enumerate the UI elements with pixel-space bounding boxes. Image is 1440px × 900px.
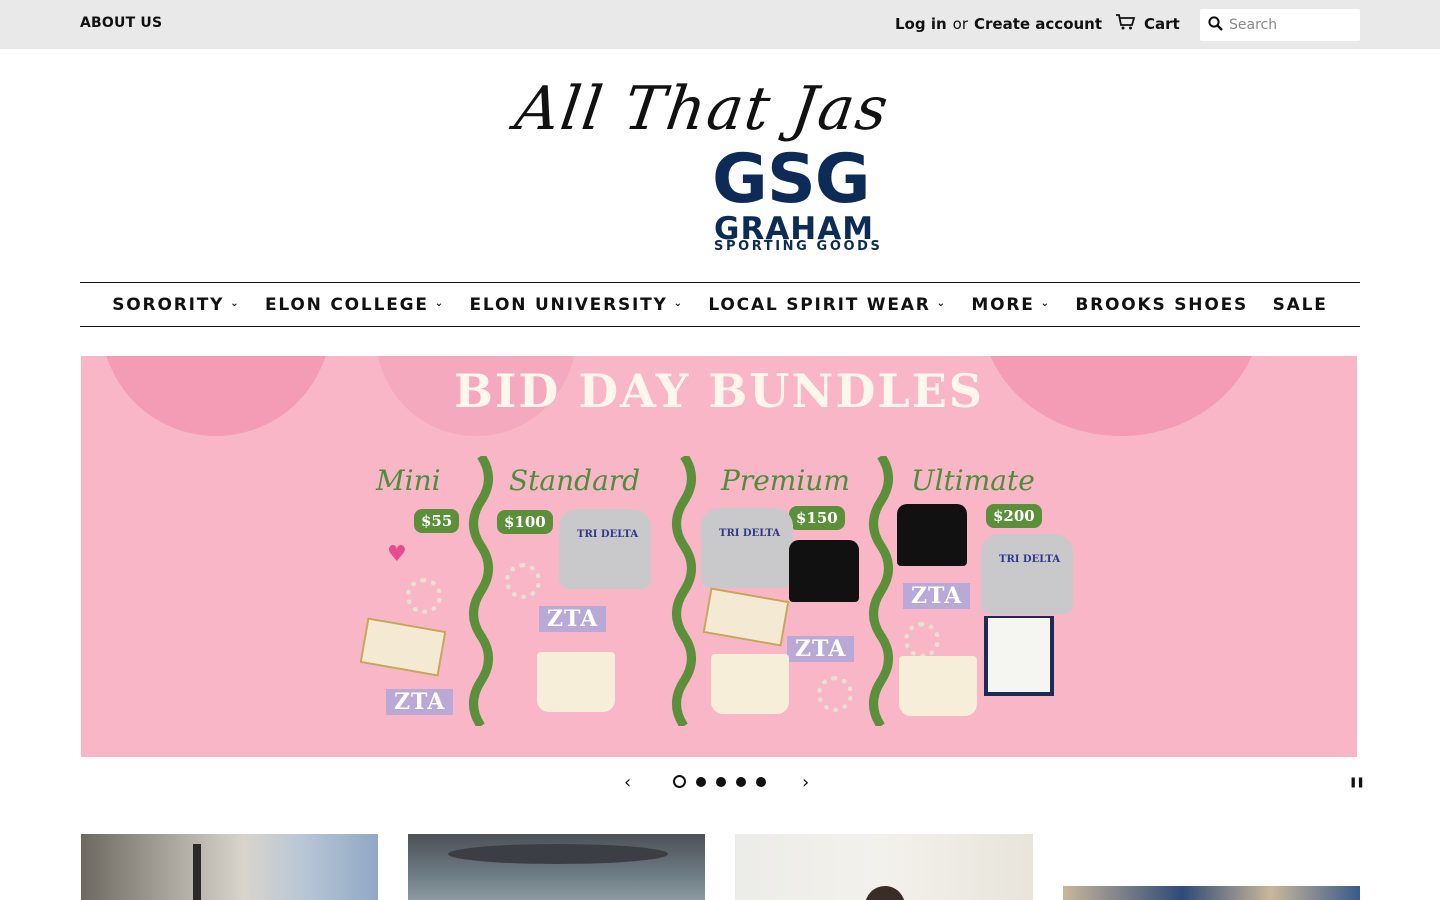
bundle-ultimate: Ultimate xyxy=(911,464,1035,497)
slide-dots xyxy=(673,775,766,788)
nav-item-label: ELON UNIVERSITY xyxy=(469,294,668,315)
product-tile-4[interactable] xyxy=(1063,886,1360,900)
makeup-bag-icon xyxy=(359,617,447,677)
chevron-down-icon: ⌄ xyxy=(230,298,241,309)
pause-icon[interactable]: ❚❚ xyxy=(1349,777,1365,788)
tote-bag-icon xyxy=(984,616,1054,696)
bracelet-icon xyxy=(505,563,541,599)
shorts-icon xyxy=(711,654,789,714)
sweatshirt-icon: TRI DELTA xyxy=(701,508,793,588)
search-box xyxy=(1200,9,1360,41)
bundle-premium: Premium xyxy=(721,464,850,497)
nav-item-elon-university[interactable]: ELON UNIVERSITY ⌄ xyxy=(470,295,684,315)
tshirt-icon xyxy=(789,540,859,602)
shorts-icon xyxy=(537,652,615,712)
bundle-name: Mini xyxy=(376,464,441,497)
makeup-bag-icon xyxy=(702,587,790,647)
sweatshirt-icon: TRI DELTA xyxy=(981,534,1073,614)
bracelet-icon xyxy=(406,578,442,614)
letters-label: ZTA xyxy=(903,583,971,609)
login-link[interactable]: Log in xyxy=(895,15,947,33)
nav-item-label: BROOKS SHOES xyxy=(1075,294,1249,315)
nav-item-more[interactable]: MORE ⌄ xyxy=(971,295,1050,315)
nav-item-sale[interactable]: SALE xyxy=(1273,295,1328,315)
wave-divider xyxy=(672,456,696,726)
slide-dot-2[interactable] xyxy=(696,776,706,787)
main-nav: SORORITY ⌄ ELON COLLEGE ⌄ ELON UNIVERSITY ⌄… xyxy=(80,282,1360,327)
shorts-icon xyxy=(899,656,977,716)
letters-label: ZTA xyxy=(386,689,454,715)
slide-dot-1[interactable] xyxy=(673,775,686,788)
product-image xyxy=(193,844,201,900)
chevron-down-icon: ⌄ xyxy=(1040,298,1051,309)
nav-item-label: MORE xyxy=(971,294,1035,315)
nav-item-label: SALE xyxy=(1272,294,1328,315)
create-account-link[interactable]: Create account xyxy=(974,15,1102,33)
product-image xyxy=(448,844,668,864)
next-slide-button[interactable]: › xyxy=(802,772,809,793)
hero-title: BID DAY BUNDLES xyxy=(453,364,984,418)
or-text: or xyxy=(952,15,969,33)
product-tile-3[interactable] xyxy=(735,834,1033,900)
logo-script-text: All That Jas xyxy=(511,74,894,144)
slide-dot-3[interactable] xyxy=(716,776,726,787)
bundle-price: $55 xyxy=(414,509,460,533)
store-logo[interactable]: All That Jas GSG GRAHAM SPORTING GOODS xyxy=(511,74,926,260)
bracelet-icon xyxy=(817,676,853,712)
tshirt-icon xyxy=(897,504,967,566)
slider-controls: ‹ › ❚❚ xyxy=(0,770,1440,796)
bundle-standard: Standard xyxy=(509,464,640,497)
slide-dot-5[interactable] xyxy=(756,776,766,787)
cart-icon xyxy=(1116,14,1136,34)
wave-divider xyxy=(869,456,893,726)
logo-brand-mark: GSG xyxy=(712,140,871,219)
nav-item-label: SORORITY xyxy=(112,294,225,315)
bracelet-icon xyxy=(904,622,940,658)
sweatshirt-icon: TRI DELTA xyxy=(559,509,651,589)
search-input[interactable] xyxy=(1229,17,1349,33)
hero-slide[interactable]: BID DAY BUNDLES Mini $55 ♥ ZTA Standard … xyxy=(81,356,1357,757)
chevron-down-icon: ⌄ xyxy=(434,298,445,309)
chevron-down-icon: ⌄ xyxy=(936,298,947,309)
nav-item-label: ELON COLLEGE xyxy=(264,294,429,315)
bundle-price: $150 xyxy=(789,506,845,530)
chevron-down-icon: ⌄ xyxy=(673,298,684,309)
bundle-price: $100 xyxy=(497,510,553,534)
bundle-price: $200 xyxy=(986,504,1042,528)
account-links: Log in or Create account xyxy=(895,15,1102,33)
bundle-mini: Mini xyxy=(376,464,441,497)
product-tile-1[interactable] xyxy=(81,834,378,900)
bundle-name: Ultimate xyxy=(911,464,1035,497)
top-bar: ABOUT US Log in or Create account Cart xyxy=(0,0,1440,49)
wave-divider xyxy=(469,456,493,726)
logo-brand-sub: SPORTING GOODS xyxy=(714,239,883,254)
letters-label: ZTA xyxy=(787,636,855,662)
letters-label: ZTA xyxy=(539,606,607,632)
product-image xyxy=(865,886,905,900)
nav-item-brooks-shoes[interactable]: BROOKS SHOES xyxy=(1075,295,1248,315)
search-icon[interactable] xyxy=(1208,15,1223,35)
previous-slide-button[interactable]: ‹ xyxy=(624,772,631,793)
nav-item-elon-college[interactable]: ELON COLLEGE ⌄ xyxy=(265,295,445,315)
bundle-name: Premium xyxy=(721,464,850,497)
nav-item-label: LOCAL SPIRIT WEAR xyxy=(708,294,931,315)
product-tile-2[interactable] xyxy=(408,834,705,900)
cart-link[interactable]: Cart xyxy=(1116,14,1180,34)
bundle-name: Standard xyxy=(509,464,641,497)
about-us-link[interactable]: ABOUT US xyxy=(80,15,162,31)
heart-keychain-icon: ♥ xyxy=(387,542,407,567)
cart-label: Cart xyxy=(1144,15,1180,33)
nav-item-sorority[interactable]: SORORITY ⌄ xyxy=(112,295,240,315)
nav-item-local-spirit-wear[interactable]: LOCAL SPIRIT WEAR ⌄ xyxy=(708,295,946,315)
slide-dot-4[interactable] xyxy=(736,776,746,787)
